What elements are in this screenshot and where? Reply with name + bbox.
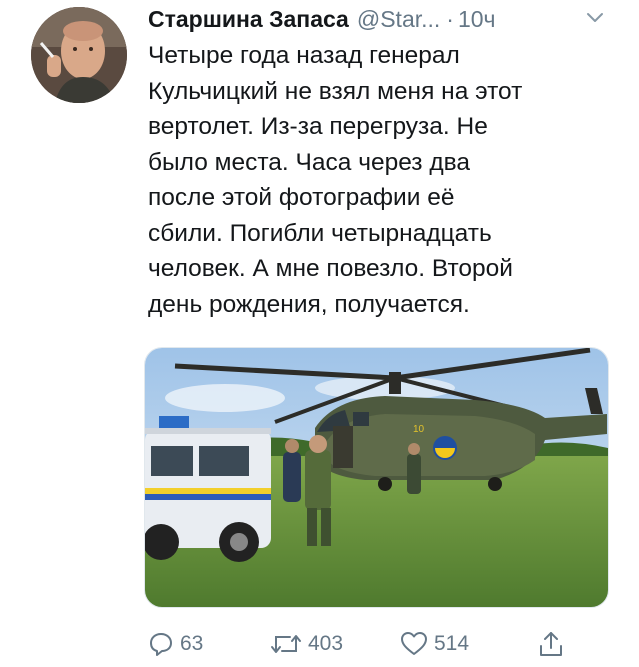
- tweet-header: Старшина Запаса @Star... · 10ч: [148, 2, 618, 36]
- share-icon: [538, 630, 564, 658]
- tweet-text-line: сбили. Погибли четырнадцать: [148, 219, 492, 247]
- avatar-photo: [31, 7, 127, 103]
- tweet-media-photo[interactable]: 10: [144, 347, 609, 608]
- tweet-text-line: после этой фотографии её: [148, 184, 455, 211]
- reply-count: 63: [180, 632, 204, 655]
- retweet-button[interactable]: 403: [270, 626, 343, 662]
- reply-button[interactable]: 63: [148, 626, 203, 662]
- author-handle[interactable]: @Star...: [357, 6, 440, 33]
- heart-icon: [400, 631, 428, 657]
- retweet-icon: [270, 631, 302, 657]
- like-count: 514: [434, 632, 470, 655]
- tweet-text-line: Кульчицкий не взял меня на этот: [148, 77, 523, 105]
- tweet-text-line: было места. Часа через два: [148, 148, 470, 176]
- helicopter-photo: 10: [145, 348, 608, 607]
- tweet-text-line: вертолет. Из-за перегруза. Не: [148, 113, 488, 140]
- tweet-text-line: человек. А мне повезло. Второй: [148, 255, 513, 282]
- share-button[interactable]: [538, 626, 564, 662]
- tweet-menu-button[interactable]: [582, 6, 608, 30]
- svg-text:10: 10: [413, 424, 425, 435]
- author-name[interactable]: Старшина Запаса: [148, 6, 349, 33]
- tweet-actions: 63 403 514: [148, 626, 568, 662]
- reply-icon: [148, 631, 174, 657]
- tweet-text-line: день рождения, получается.: [148, 290, 470, 318]
- separator-dot: ·: [446, 5, 454, 32]
- tweet-timestamp[interactable]: 10ч: [458, 6, 496, 33]
- tweet-text-line: Четыре года назад генерал: [148, 42, 460, 69]
- tweet-text: Четыре года назад генерал Кульчицкий не …: [148, 38, 618, 322]
- like-button[interactable]: 514: [400, 626, 469, 662]
- retweet-count: 403: [308, 632, 344, 655]
- chevron-down-icon: [587, 13, 603, 22]
- avatar[interactable]: [31, 7, 127, 103]
